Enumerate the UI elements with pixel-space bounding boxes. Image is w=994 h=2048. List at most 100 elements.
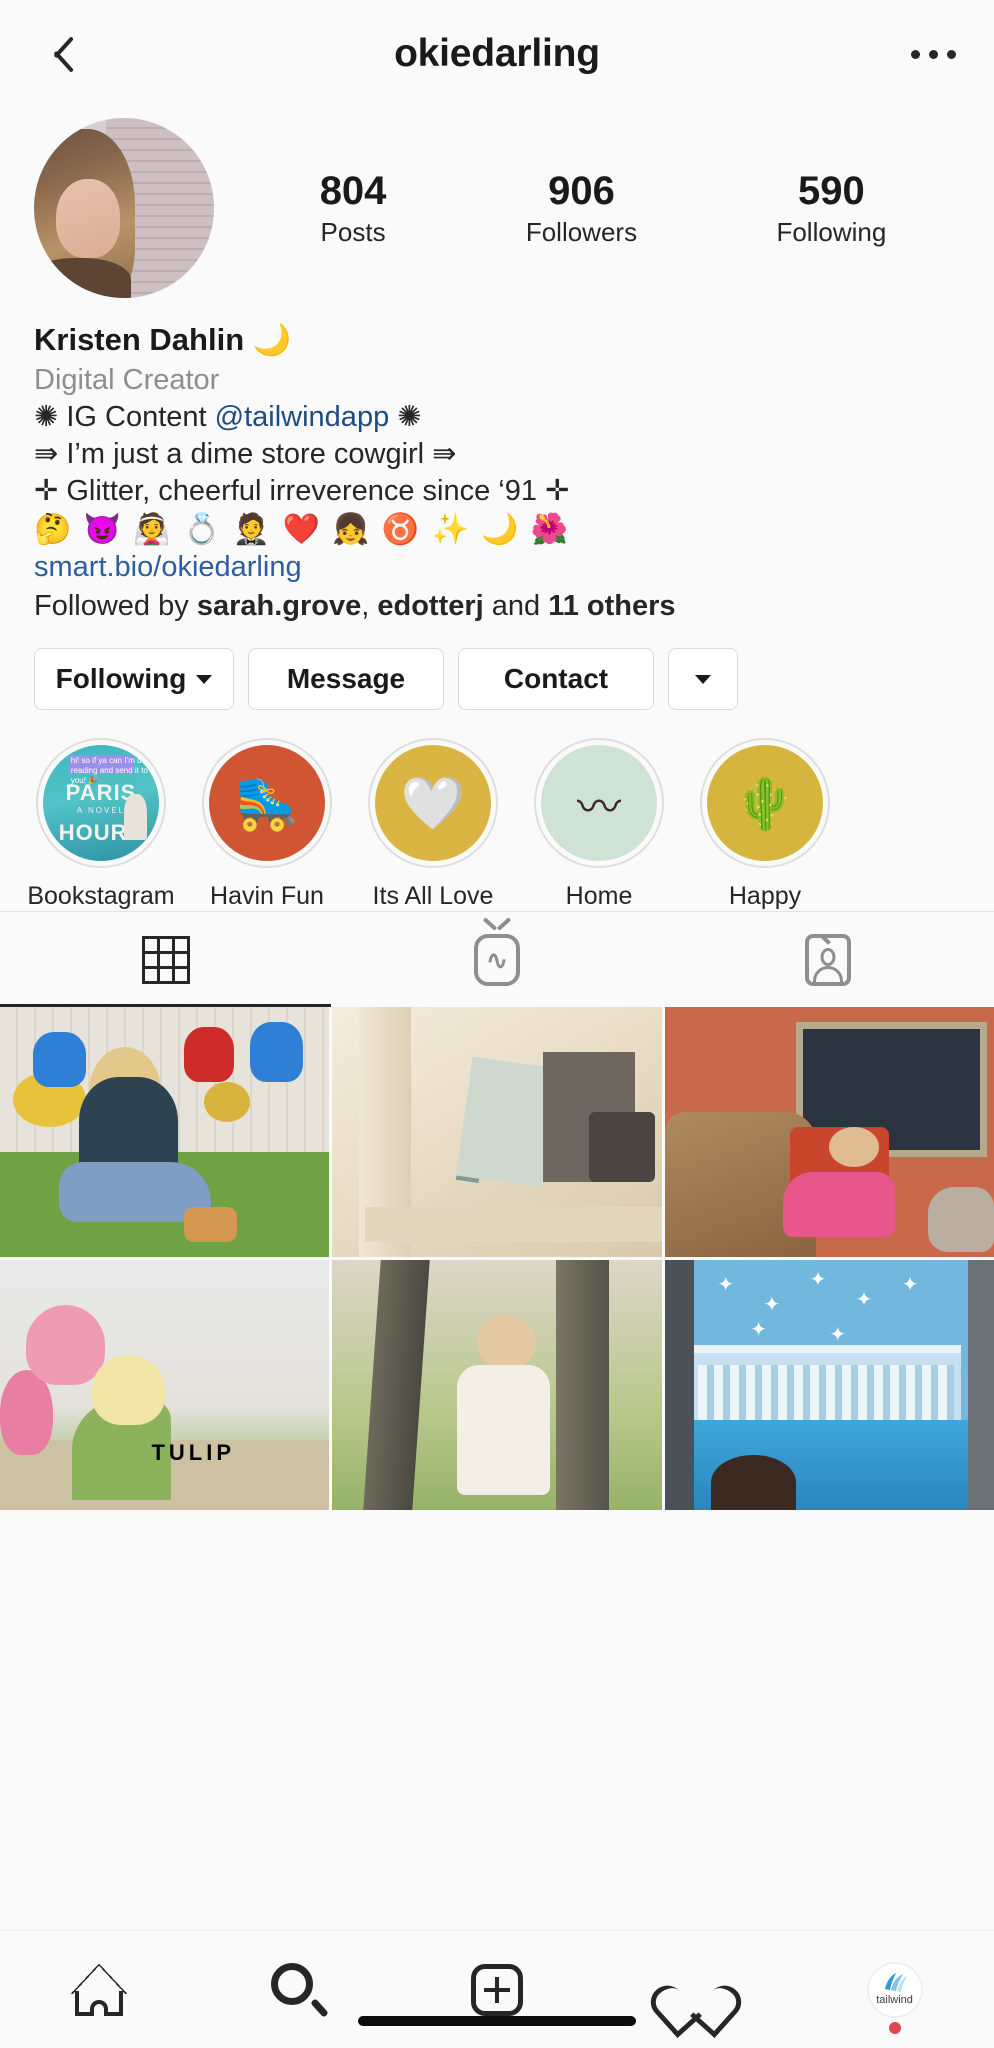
highlight-bookstagram[interactable]: hi! so if ya can I’m done reading and se… [18,738,184,911]
highlight-ring: hi! so if ya can I’m done reading and se… [36,738,166,869]
external-link[interactable]: smart.bio/okiedarling [34,549,960,587]
tulip-bloom [0,1370,53,1456]
followed-by[interactable]: Followed by sarah.grove, edotterj and 11… [34,587,960,626]
grid-cell [144,938,157,951]
dot [929,49,938,59]
profile-stats: 804 Posts 906 Followers 590 Following [214,168,960,248]
nav-activity[interactable] [596,1931,795,2048]
followed-prefix: Followed by [34,590,197,623]
tab-posts[interactable] [0,912,332,1008]
display-name: Kristen Dahlin 🌙 [34,322,292,357]
stat-label: Posts [320,217,386,247]
tree-trunk [363,1260,430,1511]
star-decal: ✦ [829,1324,847,1347]
highlight-ring: 🤍 [368,738,498,869]
roller-skate-icon: 🛼 [234,774,300,833]
tag-head [820,947,836,966]
highlight-ring: 🌵 [700,738,830,869]
child-body [783,1172,896,1238]
tulip-letters: TULIP [151,1440,236,1466]
mural-flower [184,1027,234,1083]
tag-notch [818,937,839,945]
grid-post[interactable]: ✦ ✦ ✦ ✦ ✦ ✦ ✦ [664,1260,994,1511]
grid-post[interactable] [0,1007,330,1258]
avatar-image [34,118,214,298]
plus-square-icon [470,1963,523,2016]
message-label: Message [286,663,406,695]
child-dress [457,1365,550,1496]
grid-post[interactable] [664,1007,994,1258]
grid-post[interactable] [332,1007,662,1258]
nav-profile[interactable]: tailwind [795,1931,994,2048]
tab-igtv[interactable]: ∿ [331,912,662,1007]
tab-tagged[interactable] [663,912,994,1007]
stat-posts[interactable]: 804 Posts [320,168,387,248]
heart-icon [668,1964,724,2016]
highlight-ring: 🛼 [202,738,332,869]
story-highlights: hi! so if ya can I’m done reading and se… [0,710,994,911]
profile-content-tabs: ∿ [0,911,994,1008]
highlight-label: Havin Fun [210,882,324,911]
following-button[interactable]: Following [34,648,234,711]
more-options-icon[interactable] [911,49,956,59]
stat-value: 804 [319,168,387,213]
stone-hearth [928,1187,994,1253]
bio-text: ✺ IG Content [34,401,215,434]
cactus-icon: 🌵 [732,774,798,833]
person-silhouette [710,1455,797,1511]
star-decal: ✦ [717,1274,735,1297]
highlight-home[interactable]: 〰 Home [516,738,682,911]
account-category: Digital Creator [34,364,220,397]
nav-home[interactable] [0,1931,199,2048]
grid-post[interactable] [332,1260,662,1511]
mention-link[interactable]: @tailwindapp [215,401,390,433]
grid-cell [159,938,172,951]
home-icon [71,1963,128,2016]
highlight-cover: 🤍 [375,745,491,862]
contact-button[interactable]: Contact [458,648,654,711]
star-decal: ✦ [750,1319,768,1342]
stat-label: Following [776,217,887,247]
stat-following[interactable]: 590 Following [776,168,886,248]
grid-cell [159,953,172,966]
highlight-happy[interactable]: 🌵 Happy [682,738,848,911]
avatar-face [55,179,121,259]
grid-post[interactable]: TULIP [0,1260,330,1511]
avatar[interactable] [34,118,214,298]
grid-icon [141,935,190,984]
book-figure [124,794,148,841]
home-indicator [358,2016,636,2026]
nav-create[interactable] [398,1931,597,2048]
more-actions-button[interactable] [668,648,738,711]
star-decal: ✦ [901,1274,919,1297]
tulip-bloom [92,1355,165,1426]
highlight-its-all-love[interactable]: 🤍 Its All Love [350,738,516,911]
highlight-label: Bookstagram [27,882,175,911]
mural-flower [250,1022,303,1083]
bio-line-1: ✺ IG Content @tailwindapp ✺ [34,399,960,436]
stat-value: 590 [798,168,865,213]
highlight-cover: 〰 [541,745,657,862]
mutual-others[interactable]: 11 others [548,590,675,622]
heart-doodle-icon: 🤍 [400,774,466,833]
home-door [90,1999,109,2016]
tailwind-logo-icon [884,1973,907,1992]
message-button[interactable]: Message [248,648,444,711]
highlight-label: Happy [728,882,802,911]
grid-cell [144,953,157,966]
posts-grid: TULIP ✦ ✦ ✦ ✦ ✦ ✦ ✦ [0,1007,994,1930]
mutual-user-1[interactable]: sarah.grove [197,590,361,622]
search-icon [271,1962,329,2018]
nav-search[interactable] [199,1931,398,2048]
bio-text: ✺ [389,401,422,434]
colonnade-columns [697,1365,955,1421]
highlight-label: Its All Love [372,882,494,911]
tree-trunk [556,1260,609,1511]
tailwind-label: tailwind [876,1994,913,2006]
top-navigation-bar: okiedarling [0,0,994,108]
highlight-cover: 🛼 [209,745,325,862]
chevron-down-icon [695,674,711,684]
stat-followers[interactable]: 906 Followers [526,168,637,248]
mutual-user-2[interactable]: edotterj [377,590,483,622]
highlight-havin-fun[interactable]: 🛼 Havin Fun [184,738,350,911]
